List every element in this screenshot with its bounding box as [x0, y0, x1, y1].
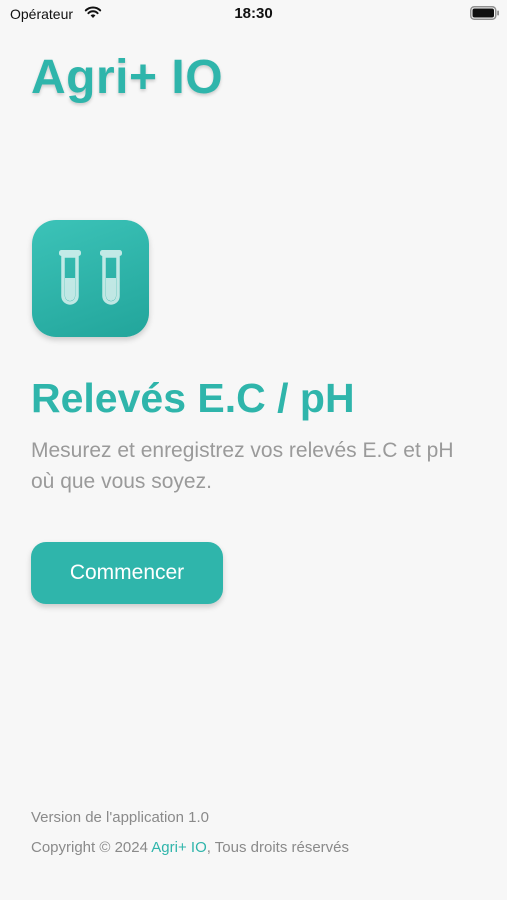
copyright-notice: Copyright © 2024 Agri+ IO, Tous droits r… [31, 839, 349, 856]
app-title: Agri+ IO [31, 51, 224, 104]
test-tubes-icon [32, 220, 149, 337]
status-bar: Opérateur 18:30 [0, 0, 507, 28]
battery-icon [470, 6, 500, 20]
clock: 18:30 [234, 5, 273, 22]
brand-link[interactable]: Agri+ IO [151, 839, 206, 856]
feature-description: Mesurez et enregistrez vos relevés E.C e… [31, 439, 454, 493]
copyright-prefix: Copyright © 2024 [31, 839, 152, 856]
app-version: Version de l'application 1.0 [31, 809, 209, 826]
feature-title: Relevés E.C / pH [31, 375, 355, 421]
copyright-suffix: , Tous droits réservés [206, 839, 350, 856]
start-button[interactable]: Commencer [31, 542, 223, 604]
